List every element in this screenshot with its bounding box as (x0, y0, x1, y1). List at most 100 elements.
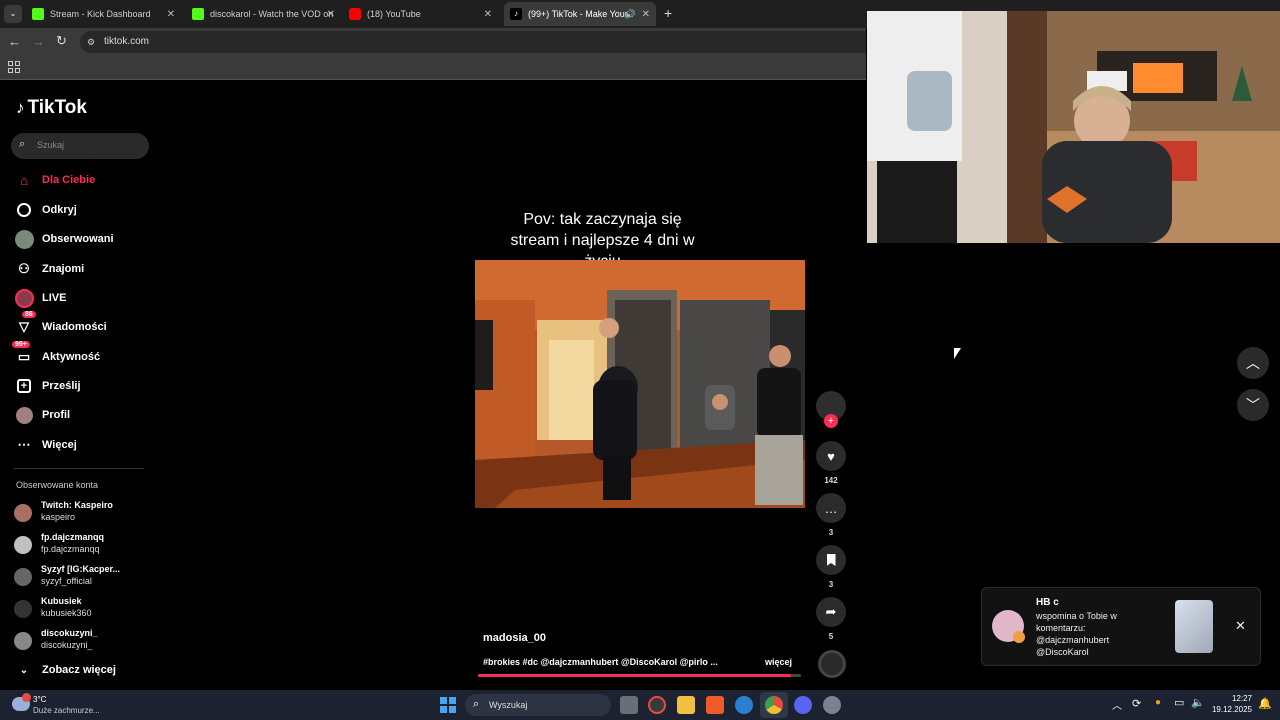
sync-icon[interactable]: ⟳ (1132, 697, 1141, 710)
nav-label: Prześlij (42, 380, 81, 392)
progress-track[interactable] (478, 674, 801, 677)
url-input[interactable]: ⚙ tiktok.com (80, 31, 866, 53)
clock-date[interactable]: 19.12.2025 (1207, 705, 1252, 714)
notification-badge-icon (1013, 631, 1025, 643)
close-icon[interactable]: ✕ (167, 9, 175, 20)
close-icon[interactable]: ✕ (642, 9, 650, 20)
nav-messages[interactable]: ▽ 86 Wiadomości (14, 311, 107, 338)
tab-title: (99+) TikTok - Make Your Da (528, 9, 628, 19)
save-count: 3 (828, 580, 834, 589)
search-placeholder: Szukaj (37, 140, 65, 150)
close-icon[interactable]: ✕ (327, 9, 335, 20)
more-link[interactable]: więcej (765, 657, 792, 667)
notification-thumbnail[interactable] (1175, 600, 1213, 653)
nav-activity[interactable]: ▭ 99+ Aktywność (12, 341, 100, 368)
nav-following[interactable]: Obserwowani (14, 228, 114, 250)
brave-browser-icon[interactable] (706, 696, 724, 714)
share-count: 5 (828, 632, 834, 641)
nav-profile[interactable]: Profil (14, 404, 70, 426)
site-info-icon[interactable]: ⚙ (87, 31, 95, 53)
taskbar-search-input[interactable]: ⌕ Wyszukaj (465, 694, 611, 716)
follow-plus-icon[interactable]: + (824, 414, 838, 428)
account-handle: syzyf_official (41, 576, 92, 586)
mention-notification[interactable]: HB c wspomina o Tobie w komentarzu: @daj… (981, 587, 1261, 666)
notification-line: wspomina o Tobie w (1036, 611, 1117, 621)
weather-desc[interactable]: Duże zachmurze... (33, 706, 100, 715)
app-icon[interactable] (648, 696, 666, 714)
like-button[interactable]: ♥ (816, 441, 846, 471)
volume-icon[interactable]: 🔈 (1191, 696, 1205, 709)
tab-title: (18) YouTube (367, 9, 421, 19)
nav-friends[interactable]: ⚇ Znajomi (14, 258, 84, 280)
tab-tiktok[interactable]: ♪ (99+) TikTok - Make Your Da 🔊 ✕ (504, 2, 656, 26)
discord-icon[interactable] (794, 696, 812, 714)
account-handle: kaspeiro (41, 512, 76, 522)
avatar (14, 536, 32, 554)
chevron-up-icon[interactable]: ︿ (1112, 697, 1122, 712)
notifications-bell-icon[interactable]: 🔔 (1258, 697, 1272, 710)
speaker-icon[interactable]: 🔊 (625, 9, 636, 20)
caption-line: Pov: tak zaczynaja się (523, 211, 682, 228)
account-name: Kubusiek (41, 596, 82, 606)
file-explorer-icon[interactable] (677, 696, 695, 714)
webcam-overlay (867, 11, 1280, 243)
reload-button[interactable]: ↻ (56, 33, 67, 49)
close-icon[interactable]: ✕ (484, 9, 492, 20)
apps-grid-icon[interactable] (8, 61, 20, 73)
tab-youtube[interactable]: (18) YouTube ✕ (343, 2, 498, 26)
forward-button[interactable]: → (32, 34, 45, 49)
nav-label: Więcej (42, 439, 77, 451)
scroll-up-button[interactable]: ︿ (1237, 347, 1269, 379)
comment-button[interactable]: … (816, 493, 846, 523)
tiktok-logo[interactable]: ♪ TikTok (16, 97, 87, 119)
account-handle: discokuzyni_ (41, 640, 93, 650)
scroll-down-button[interactable]: ﹀ (1237, 389, 1269, 421)
nav-explore[interactable]: Odkryj (14, 199, 77, 221)
chevron-down-icon: ⌄ (19, 664, 29, 676)
windows-taskbar: 3°C Duże zachmurze... ⌕ Wyszukaj ︿ ⟳ ● ▭… (0, 690, 1280, 720)
account-handle: fp.dajczmanqq (41, 544, 100, 554)
avatar (14, 632, 32, 650)
see-more-button[interactable]: ⌄ Zobacz więcej (14, 659, 116, 681)
save-button[interactable] (816, 545, 846, 575)
network-icon[interactable]: ▭ (1174, 696, 1184, 709)
webcam-illustration (867, 11, 1280, 243)
share-icon: ➦ (825, 604, 837, 619)
mouse-cursor-icon (954, 348, 961, 359)
search-input[interactable]: ⌕ Szukaj (11, 133, 149, 159)
nav-upload[interactable]: + Prześlij (14, 375, 81, 397)
account-handle: kubusiek360 (41, 608, 92, 618)
nav-for-you[interactable]: ⌂ Dla Ciebie (14, 169, 95, 191)
tab-kick-vod[interactable]: discokarol - Watch the VOD on ✕ (186, 2, 341, 26)
task-view-icon[interactable] (620, 696, 638, 714)
caption-line: stream i najlepsze 4 dni w (510, 232, 695, 249)
close-icon[interactable]: ✕ (1235, 618, 1246, 634)
logo-text: TikTok (27, 97, 87, 118)
new-tab-button[interactable]: + (664, 5, 672, 21)
search-icon: ⌕ (473, 698, 480, 710)
chrome-icon[interactable] (765, 696, 783, 714)
back-button[interactable]: ← (8, 34, 21, 49)
nav-more[interactable]: ⋯ Więcej (14, 434, 77, 456)
music-disc-icon[interactable] (818, 650, 846, 678)
ccleaner-icon[interactable] (735, 696, 753, 714)
nav-label: Znajomi (42, 263, 85, 275)
video-player[interactable] (475, 260, 805, 508)
video-author[interactable]: madosia_00 (483, 632, 546, 644)
tiktok-icon: ♪ (510, 8, 522, 20)
weather-temp[interactable]: 3°C (33, 695, 46, 704)
comment-count: 3 (828, 528, 834, 537)
activity-icon: ▭ 99+ (12, 341, 34, 367)
tab-kick-dashboard[interactable]: Stream - Kick Dashboard ✕ (26, 2, 181, 26)
settings-icon[interactable] (823, 696, 841, 714)
microphone-icon[interactable]: ● (1155, 697, 1161, 708)
share-button[interactable]: ➦ (816, 597, 846, 627)
start-button[interactable] (440, 697, 456, 713)
bookmarks-bar (0, 56, 866, 80)
tab-list-button[interactable]: ⌄ (4, 5, 22, 23)
kick-icon (32, 8, 44, 20)
clock-time[interactable]: 12:27 (1214, 694, 1252, 703)
avatar (14, 600, 32, 618)
compass-icon (14, 200, 34, 220)
nav-live[interactable]: LIVE (14, 287, 66, 309)
